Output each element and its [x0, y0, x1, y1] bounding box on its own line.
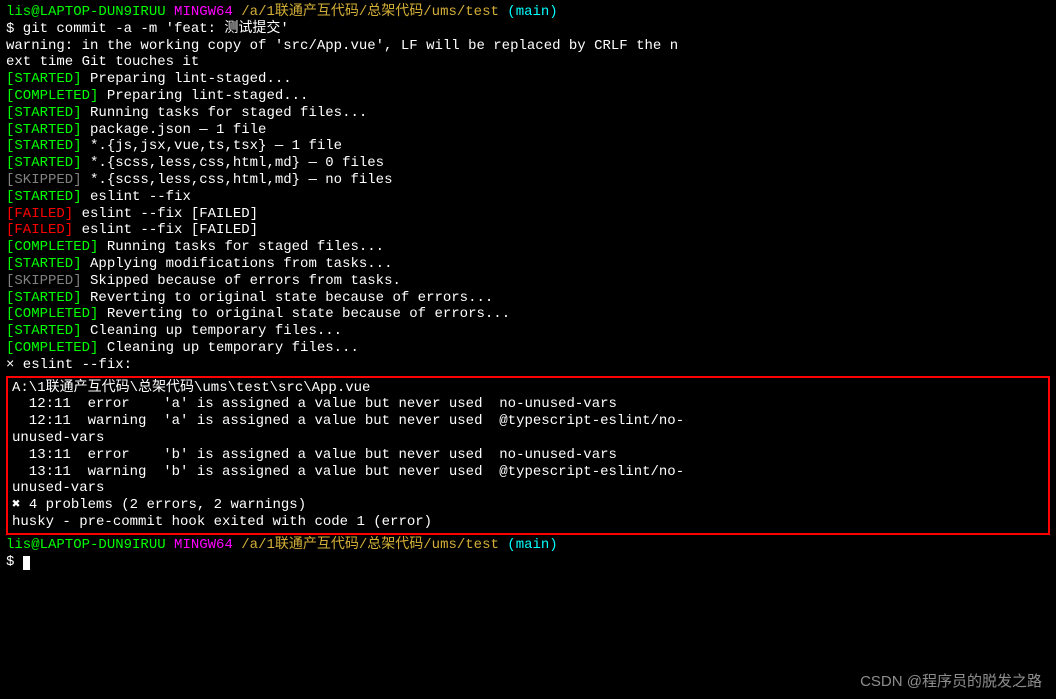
lint-step-row: [STARTED] eslint --fix	[6, 189, 1050, 206]
step-tag: [STARTED]	[6, 122, 82, 138]
prompt-branch: (main)	[507, 4, 557, 20]
step-message: Cleaning up temporary files...	[82, 323, 342, 339]
prompt-branch: (main)	[507, 537, 557, 553]
step-message: eslint --fix	[82, 189, 191, 205]
prompt-user: lis@LAPTOP-DUN9IRUU	[6, 4, 166, 20]
husky-error: husky - pre-commit hook exited with code…	[12, 514, 1044, 531]
step-tag: [STARTED]	[6, 189, 82, 205]
step-message: Preparing lint-staged...	[98, 88, 308, 104]
step-tag: [COMPLETED]	[6, 306, 98, 322]
step-tag: [STARTED]	[6, 138, 82, 154]
lint-step-row: [FAILED] eslint --fix [FAILED]	[6, 206, 1050, 223]
x-icon: ✖	[12, 497, 29, 513]
lint-error-row: 13:11 error 'b' is assigned a value but …	[12, 447, 1044, 464]
step-tag: [STARTED]	[6, 155, 82, 171]
lint-step-row: [STARTED] Applying modifications from ta…	[6, 256, 1050, 273]
lint-error-row: 12:11 warning 'a' is assigned a value bu…	[12, 413, 1044, 430]
lint-step-row: [FAILED] eslint --fix [FAILED]	[6, 222, 1050, 239]
lint-step-row: [SKIPPED] *.{scss,less,css,html,md} — no…	[6, 172, 1050, 189]
step-message: *.{js,jsx,vue,ts,tsx} — 1 file	[82, 138, 342, 154]
step-message: Reverting to original state because of e…	[82, 290, 494, 306]
step-tag: [FAILED]	[6, 206, 73, 222]
eslint-fail-header: × eslint --fix:	[6, 357, 1050, 374]
lint-steps: [STARTED] Preparing lint-staged...[COMPL…	[6, 71, 1050, 357]
lint-step-row: [COMPLETED] Running tasks for staged fil…	[6, 239, 1050, 256]
step-message: *.{scss,less,css,html,md} — 0 files	[82, 155, 384, 171]
lint-error-row: 13:11 warning 'b' is assigned a value bu…	[12, 464, 1044, 481]
warning-line: warning: in the working copy of 'src/App…	[6, 38, 1050, 55]
watermark-text: CSDN @程序员的脱发之路	[860, 673, 1042, 691]
lint-step-row: [STARTED] Cleaning up temporary files...	[6, 323, 1050, 340]
lint-step-row: [STARTED] *.{js,jsx,vue,ts,tsx} — 1 file	[6, 138, 1050, 155]
lint-step-row: [STARTED] Preparing lint-staged...	[6, 71, 1050, 88]
prompt-env: MINGW64	[174, 4, 233, 20]
prompt-line: lis@LAPTOP-DUN9IRUU MINGW64 /a/1联通产互代码/总…	[6, 4, 1050, 21]
step-message: *.{scss,less,css,html,md} — no files	[82, 172, 393, 188]
error-box: A:\1联通产互代码\总架代码\ums\test\src\App.vue 12:…	[6, 376, 1050, 535]
step-message: eslint --fix [FAILED]	[73, 206, 258, 222]
lint-step-row: [SKIPPED] Skipped because of errors from…	[6, 273, 1050, 290]
prompt-line: lis@LAPTOP-DUN9IRUU MINGW64 /a/1联通产互代码/总…	[6, 537, 1050, 554]
step-tag: [SKIPPED]	[6, 273, 82, 289]
error-filepath: A:\1联通产互代码\总架代码\ums\test\src\App.vue	[12, 380, 1044, 397]
command-line: $ git commit -a -m 'feat: 测试提交'	[6, 21, 1050, 38]
step-tag: [FAILED]	[6, 222, 73, 238]
lint-step-row: [COMPLETED] Reverting to original state …	[6, 306, 1050, 323]
step-message: Skipped because of errors from tasks.	[82, 273, 401, 289]
prompt-input-line[interactable]: $	[6, 554, 1050, 571]
step-message: Reverting to original state because of e…	[98, 306, 510, 322]
step-tag: [STARTED]	[6, 71, 82, 87]
problems-summary: ✖ 4 problems (2 errors, 2 warnings)	[12, 497, 1044, 514]
step-message: Preparing lint-staged...	[82, 71, 292, 87]
prompt-env: MINGW64	[174, 537, 233, 553]
step-message: Running tasks for staged files...	[82, 105, 368, 121]
lint-step-row: [STARTED] Running tasks for staged files…	[6, 105, 1050, 122]
step-tag: [COMPLETED]	[6, 239, 98, 255]
step-tag: [STARTED]	[6, 256, 82, 272]
prompt-user: lis@LAPTOP-DUN9IRUU	[6, 537, 166, 553]
lint-error-row: 12:11 error 'a' is assigned a value but …	[12, 396, 1044, 413]
lint-step-row: [COMPLETED] Cleaning up temporary files.…	[6, 340, 1050, 357]
lint-step-row: [COMPLETED] Preparing lint-staged...	[6, 88, 1050, 105]
lint-step-row: [STARTED] Reverting to original state be…	[6, 290, 1050, 307]
step-message: package.json — 1 file	[82, 122, 267, 138]
step-tag: [COMPLETED]	[6, 340, 98, 356]
step-message: Running tasks for staged files...	[98, 239, 384, 255]
step-tag: [STARTED]	[6, 323, 82, 339]
step-tag: [COMPLETED]	[6, 88, 98, 104]
step-message: Cleaning up temporary files...	[98, 340, 358, 356]
terminal-output: lis@LAPTOP-DUN9IRUU MINGW64 /a/1联通产互代码/总…	[6, 4, 1050, 570]
prompt-path: /a/1联通产互代码/总架代码/ums/test	[241, 537, 499, 553]
prompt-symbol: $	[6, 554, 23, 570]
step-tag: [STARTED]	[6, 290, 82, 306]
problems-text: 4 problems (2 errors, 2 warnings)	[29, 497, 306, 513]
cursor-icon	[23, 556, 30, 570]
lint-step-row: [STARTED] package.json — 1 file	[6, 122, 1050, 139]
step-tag: [STARTED]	[6, 105, 82, 121]
step-message: Applying modifications from tasks...	[82, 256, 393, 272]
step-tag: [SKIPPED]	[6, 172, 82, 188]
step-message: eslint --fix [FAILED]	[73, 222, 258, 238]
lint-error-row: unused-vars	[12, 480, 1044, 497]
warning-line: ext time Git touches it	[6, 54, 1050, 71]
prompt-path: /a/1联通产互代码/总架代码/ums/test	[241, 4, 499, 20]
lint-step-row: [STARTED] *.{scss,less,css,html,md} — 0 …	[6, 155, 1050, 172]
lint-error-row: unused-vars	[12, 430, 1044, 447]
